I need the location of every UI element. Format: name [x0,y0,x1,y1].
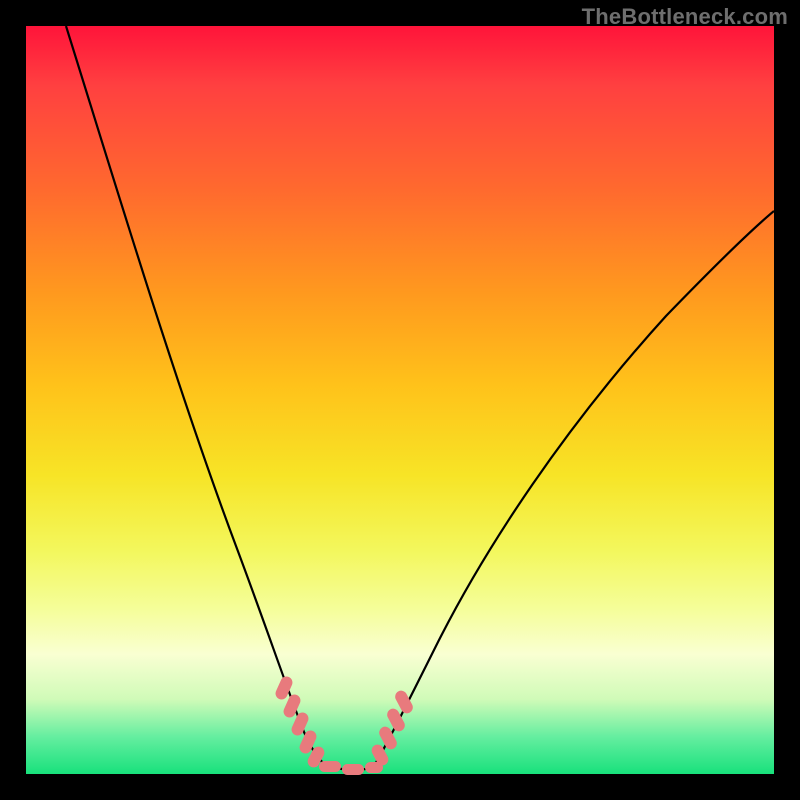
right-curve [374,211,774,766]
watermark-text: TheBottleneck.com [582,4,788,30]
chart-container: TheBottleneck.com [0,0,800,800]
plot-area [26,26,774,774]
valley-floor [324,764,374,770]
left-curve [66,26,324,764]
curve-layer [26,26,774,774]
